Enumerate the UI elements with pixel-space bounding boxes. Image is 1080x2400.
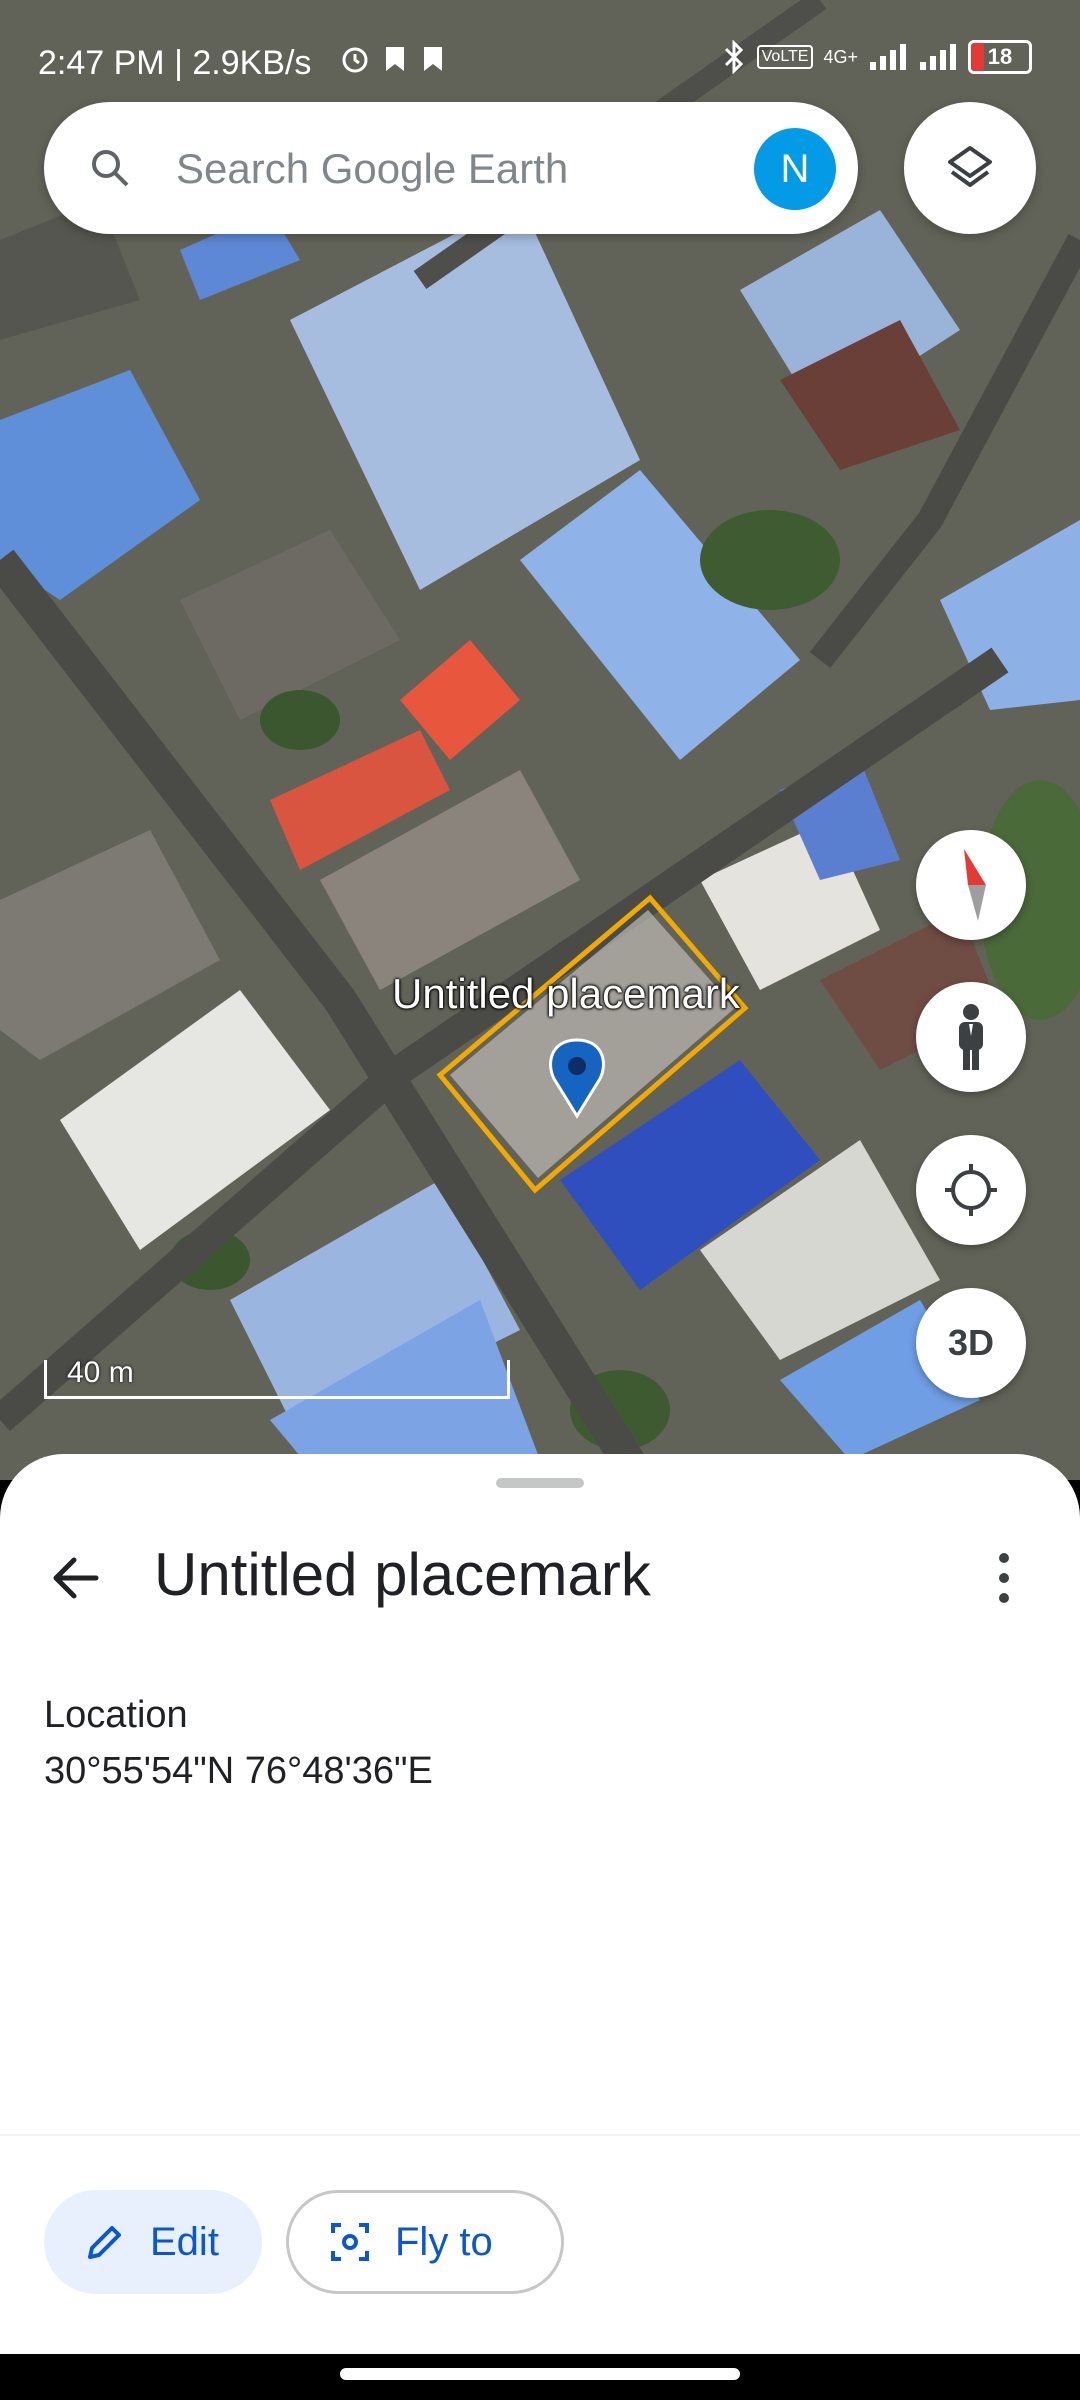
edit-label: Edit [150,2219,219,2264]
home-indicator[interactable] [340,2368,740,2380]
search-bar[interactable]: N [44,102,858,234]
pegman-icon [959,1004,983,1070]
battery-indicator: 18 [968,40,1032,74]
search-input[interactable] [174,132,738,206]
volte-icon: VoLTE [756,45,814,69]
bookmark-icon [386,47,404,71]
back-arrow-icon[interactable] [44,1546,108,1610]
compass-button[interactable] [916,830,1026,940]
my-location-button[interactable] [916,1135,1026,1245]
my-location-icon [945,1164,997,1216]
status-icons [340,44,446,74]
status-time: 2:47 PM | 2.9KB/s [38,44,312,82]
avatar[interactable]: N [754,128,836,210]
search-icon [92,150,129,187]
alarm-icon [342,47,368,73]
status-right: VoLTE 4G+ 18 [721,40,1032,74]
location-coordinates: 30°55'54"N 76°48'36"E [44,1750,433,1792]
fly-to-button[interactable]: Fly to [286,2190,564,2294]
location-label: Location [44,1694,188,1736]
layers-button[interactable] [904,102,1036,234]
status-bar: 2:47 PM | 2.9KB/s VoLTE 4G+ 18 [0,0,1080,100]
more-vert-icon[interactable] [984,1546,1024,1610]
network-type: 4G+ [823,46,858,67]
edit-button[interactable]: Edit [44,2190,262,2294]
scale-label: 40 m [67,1356,134,1389]
satellite-map[interactable]: 2:47 PM | 2.9KB/s VoLTE 4G+ 18 N [0,0,1080,1480]
3d-toggle-button[interactable]: 3D [916,1288,1026,1398]
compass-icon [964,849,986,921]
drag-handle[interactable] [496,1478,584,1488]
placemark-map-label: Untitled placemark [392,970,740,1017]
fly-to-icon [331,2223,369,2261]
pencil-icon [88,2226,121,2259]
bookmark-icon [424,47,442,71]
placemark-sheet: Untitled placemark Location 30°55'54"N 7… [0,1454,1080,2354]
signal-icon [920,44,956,70]
layers-icon [948,146,992,187]
gesture-nav-bar [0,2354,1080,2400]
fly-to-label: Fly to [395,2219,493,2264]
divider [0,2134,1080,2136]
street-view-button[interactable] [916,982,1026,1092]
bluetooth-icon [724,40,743,74]
sheet-title: Untitled placemark [154,1541,651,1608]
scale-bar: 40 m [44,1356,510,1399]
signal-icon [870,44,906,70]
